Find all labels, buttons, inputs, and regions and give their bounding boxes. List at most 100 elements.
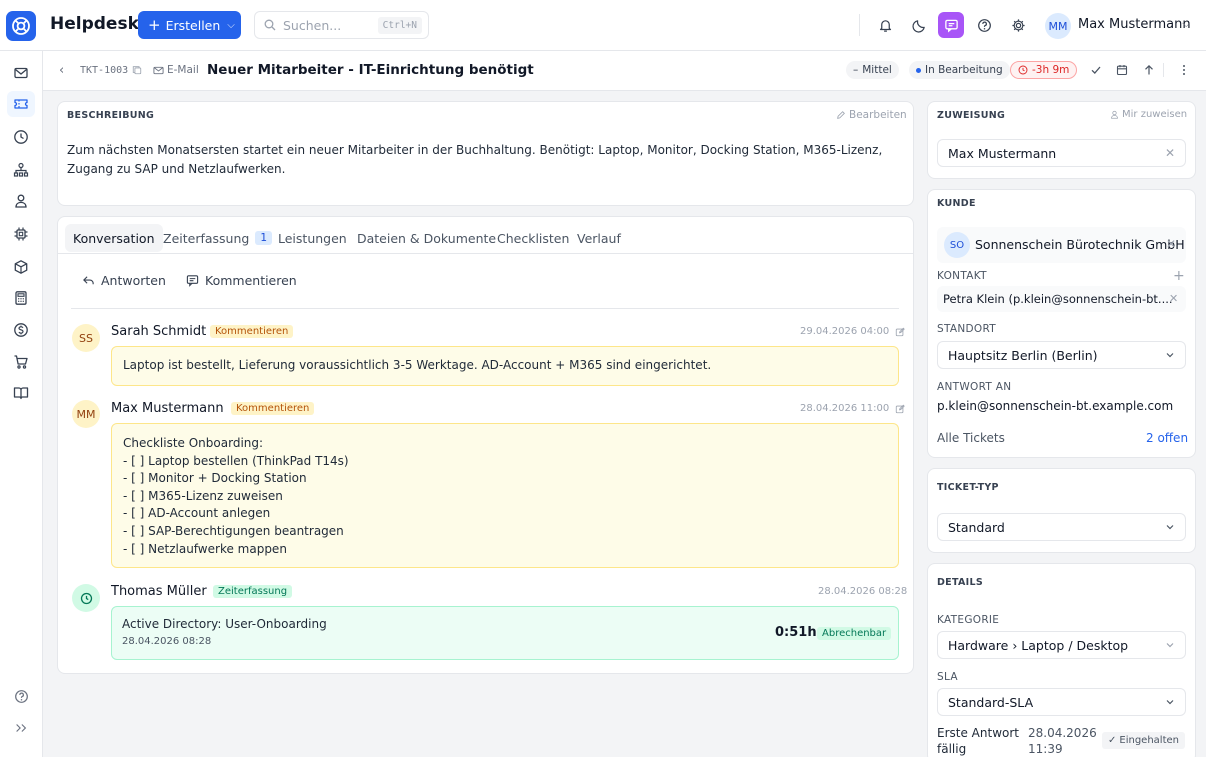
more-vertical-icon[interactable]	[1175, 61, 1193, 79]
sidebar-shop-cart-icon[interactable]	[7, 349, 35, 375]
calendar-icon[interactable]	[1113, 61, 1131, 79]
assign-to-me-button[interactable]: Mir zuweisen	[1110, 109, 1187, 120]
sidebar-products-box-icon[interactable]	[7, 254, 35, 280]
user-avatar[interactable]: MM	[1045, 13, 1071, 39]
sla-select[interactable]: Standard-SLA	[937, 688, 1186, 716]
back-chevron-icon[interactable]: ‹	[59, 63, 64, 78]
sidebar-help-icon[interactable]	[7, 683, 35, 709]
comment-icon	[186, 274, 199, 287]
priority-label: Mittel	[862, 64, 892, 76]
sidebar-assets-chip-icon[interactable]	[7, 221, 35, 247]
category-select[interactable]: Hardware › Laptop / Desktop	[937, 631, 1186, 659]
clear-x-icon[interactable]: ✕	[1169, 292, 1178, 305]
edit-description-button[interactable]: Bearbeiten	[836, 109, 907, 121]
chevron-down-icon	[1165, 350, 1175, 360]
sidebar-calculator-icon[interactable]	[7, 285, 35, 311]
status-badge[interactable]: In Bearbeitung	[909, 61, 1010, 79]
help-icon[interactable]	[973, 14, 995, 36]
ticket-type-label: TICKET-TYP	[937, 482, 999, 493]
helpdesk-logo-icon[interactable]	[6, 11, 36, 41]
create-label: Erstellen	[165, 17, 221, 33]
open-tickets-link[interactable]: 2 offen	[1146, 431, 1188, 445]
checklist-line: - [ ] Laptop bestellen (ThinkPad T14s)	[123, 453, 349, 468]
edit-label: Bearbeiten	[849, 109, 907, 121]
sidebar-contacts-user-icon[interactable]	[7, 188, 35, 214]
message-date: 28.04.2026 11:00	[800, 403, 906, 414]
sidebar-billing-dollar-icon[interactable]	[7, 317, 35, 343]
edit-icon[interactable]	[895, 404, 906, 414]
copy-icon[interactable]	[132, 65, 142, 75]
sla-badge[interactable]: -3h 9m	[1010, 61, 1078, 79]
message-date: 28.04.2026 08:28	[818, 586, 908, 597]
settings-gear-icon[interactable]	[1007, 14, 1029, 36]
sla-clock-icon	[1018, 65, 1028, 75]
message-type-tag: Kommentieren	[210, 325, 294, 338]
clear-x-icon[interactable]: ✕	[1166, 237, 1176, 251]
tab-checklisten[interactable]: Checklisten	[497, 224, 569, 252]
sidebar-organization-icon[interactable]	[7, 157, 35, 183]
edit-icon[interactable]	[895, 327, 906, 337]
time-entry-clock-icon	[72, 584, 100, 612]
customer-name: Sonnenschein Bürotechnik GmbH	[975, 237, 1185, 252]
check-icon: ✓	[1108, 735, 1117, 746]
expand-sidebar-icon[interactable]	[7, 715, 35, 741]
user-name[interactable]: Max Mustermann	[1078, 17, 1191, 32]
tab-zeiterfassung[interactable]: Zeiterfassung 1	[163, 224, 273, 252]
reply-label: Antworten	[101, 273, 166, 288]
sidebar-knowledge-book-icon[interactable]	[7, 380, 35, 406]
user-icon	[1110, 110, 1119, 119]
reply-button[interactable]: Antworten	[82, 273, 166, 288]
ticket-channel: E-Mail	[153, 64, 199, 76]
tab-dateien[interactable]: Dateien & Dokumente	[357, 224, 496, 252]
sla-met-badge: ✓ Eingehalten	[1102, 732, 1185, 749]
assignee-select[interactable]: Max Mustermann ✕	[937, 139, 1186, 167]
comment-button[interactable]: Kommentieren	[186, 273, 297, 288]
message-author: Thomas Müller	[111, 584, 207, 599]
assignee-value: Max Mustermann	[948, 145, 1057, 161]
arrow-up-icon[interactable]	[1140, 61, 1158, 79]
ticket-title: Neuer Mitarbeiter - IT-Einrichtung benöt…	[207, 62, 534, 78]
checklist-line: - [ ] Monitor + Docking Station	[123, 471, 307, 486]
message-text: Laptop ist bestellt, Lieferung voraussic…	[123, 358, 712, 372]
sidebar-time-clock-icon[interactable]	[7, 124, 35, 150]
tab-leistungen[interactable]: Leistungen	[278, 224, 347, 252]
create-button[interactable]: + Erstellen ⌵	[138, 11, 241, 39]
checklist-line: - [ ] Netzlaufwerke mappen	[123, 541, 287, 556]
message-author: Max Mustermann	[111, 401, 224, 416]
checklist-line: - [ ] AD-Account anlegen	[123, 506, 271, 521]
first-response-date: 28.04.2026	[1028, 726, 1097, 740]
chat-icon[interactable]	[938, 12, 964, 38]
first-response-label-line: fällig	[937, 742, 967, 756]
location-select[interactable]: Hauptsitz Berlin (Berlin)	[937, 341, 1186, 369]
reply-arrow-icon	[82, 274, 95, 287]
tab-label: Leistungen	[278, 230, 347, 246]
search-input[interactable]: Suchen... Ctrl+N	[254, 11, 429, 39]
sla-field-label: SLA	[937, 671, 958, 683]
bell-icon[interactable]	[874, 14, 896, 36]
channel-label: E-Mail	[167, 64, 199, 76]
tab-konversation[interactable]: Konversation	[65, 224, 163, 252]
sidebar-tickets-icon[interactable]	[7, 91, 35, 117]
checklist-line: - [ ] M365-Lizenz zuweisen	[123, 488, 283, 503]
first-response-due: 28.04.2026 11:39	[1028, 725, 1097, 757]
ticket-type-select[interactable]: Standard	[937, 513, 1186, 541]
customer-avatar: SO	[944, 232, 970, 258]
assign-to-me-label: Mir zuweisen	[1122, 109, 1188, 120]
tab-verlauf[interactable]: Verlauf	[577, 224, 621, 252]
priority-badge[interactable]: – Mittel	[846, 61, 899, 79]
chevron-down-icon: ⌵	[227, 19, 235, 31]
chevron-down-icon[interactable]: ⌵	[1182, 17, 1190, 31]
assignment-label: ZUWEISUNG	[937, 110, 1006, 121]
dark-mode-moon-icon[interactable]	[908, 14, 930, 36]
message-type-tag: Zeiterfassung	[213, 585, 293, 598]
category-label: KATEGORIE	[937, 614, 1000, 626]
resolve-check-icon[interactable]	[1087, 61, 1105, 79]
divider	[71, 308, 899, 309]
mail-icon	[153, 65, 164, 76]
details-label: DETAILS	[937, 577, 984, 588]
clear-x-icon[interactable]: ✕	[1165, 146, 1175, 160]
add-contact-plus-icon[interactable]: +	[1173, 268, 1185, 284]
tab-label: Dateien & Dokumente	[357, 230, 497, 246]
sidebar-inbox-icon[interactable]	[7, 60, 35, 86]
first-response-label: Erste Antwort fällig	[937, 725, 1019, 757]
